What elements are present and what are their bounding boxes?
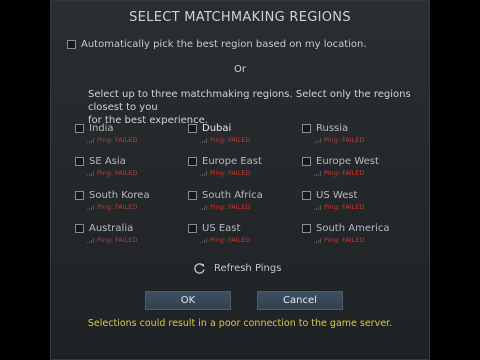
region-option[interactable]: US West Ping: FAILED	[302, 190, 422, 216]
region-ping: Ping: FAILED	[97, 136, 138, 144]
region-checkbox[interactable]	[75, 224, 84, 233]
region-checkbox[interactable]	[188, 191, 197, 200]
region-ping: Ping: FAILED	[324, 136, 365, 144]
matchmaking-regions-dialog: SELECT MATCHMAKING REGIONS Automatically…	[50, 0, 430, 360]
region-checkbox[interactable]	[302, 191, 311, 200]
signal-icon	[314, 137, 322, 143]
signal-icon	[87, 204, 95, 210]
or-separator: Or	[234, 64, 246, 75]
signal-icon	[87, 170, 95, 176]
region-checkbox[interactable]	[188, 124, 197, 133]
instructions-line-1: Select up to three matchmaking regions. …	[88, 89, 411, 113]
region-ping: Ping: FAILED	[324, 236, 365, 244]
instructions: Select up to three matchmaking regions. …	[88, 88, 418, 127]
region-ping: Ping: FAILED	[97, 203, 138, 211]
signal-icon	[87, 237, 95, 243]
dialog-title: SELECT MATCHMAKING REGIONS	[129, 10, 351, 25]
region-ping: Ping: FAILED	[97, 169, 138, 177]
region-option[interactable]: US East Ping: FAILED	[188, 223, 308, 249]
region-option[interactable]: Europe East Ping: FAILED	[188, 156, 308, 182]
auto-pick-label: Automatically pick the best region based…	[81, 39, 367, 50]
region-name: Europe West	[316, 156, 379, 167]
region-ping: Ping: FAILED	[210, 203, 251, 211]
auto-pick-option[interactable]: Automatically pick the best region based…	[67, 39, 367, 50]
region-ping: Ping: FAILED	[210, 136, 251, 144]
connection-warning: Selections could result in a poor connec…	[87, 318, 393, 329]
ok-button[interactable]: OK	[145, 291, 231, 310]
region-name: Dubai	[202, 123, 232, 134]
region-name: India	[89, 123, 114, 134]
signal-icon	[200, 170, 208, 176]
signal-icon	[200, 237, 208, 243]
region-option[interactable]: South Korea Ping: FAILED	[75, 190, 195, 216]
refresh-icon	[194, 263, 205, 274]
refresh-label: Refresh Pings	[214, 263, 282, 274]
region-ping: Ping: FAILED	[210, 169, 251, 177]
region-name: South Korea	[89, 190, 150, 201]
region-checkbox[interactable]	[188, 224, 197, 233]
region-option[interactable]: SE Asia Ping: FAILED	[75, 156, 195, 182]
region-option[interactable]: Dubai Ping: FAILED	[188, 123, 308, 149]
region-option[interactable]: South Africa Ping: FAILED	[188, 190, 308, 216]
auto-pick-checkbox[interactable]	[67, 40, 76, 49]
signal-icon	[87, 137, 95, 143]
region-ping: Ping: FAILED	[324, 203, 365, 211]
region-checkbox[interactable]	[302, 224, 311, 233]
signal-icon	[200, 204, 208, 210]
region-checkbox[interactable]	[75, 157, 84, 166]
refresh-pings-button[interactable]: Refresh Pings	[193, 262, 281, 275]
region-option[interactable]: South America Ping: FAILED	[302, 223, 422, 249]
region-checkbox[interactable]	[302, 157, 311, 166]
region-option[interactable]: India Ping: FAILED	[75, 123, 195, 149]
region-name: South Africa	[202, 190, 263, 201]
cancel-button[interactable]: Cancel	[257, 291, 343, 310]
region-name: Europe East	[202, 156, 262, 167]
region-name: South America	[316, 223, 390, 234]
region-option[interactable]: Australia Ping: FAILED	[75, 223, 195, 249]
region-option[interactable]: Europe West Ping: FAILED	[302, 156, 422, 182]
region-name: SE Asia	[89, 156, 126, 167]
signal-icon	[314, 170, 322, 176]
signal-icon	[314, 237, 322, 243]
region-name: Australia	[89, 223, 134, 234]
region-name: US West	[316, 190, 358, 201]
signal-icon	[200, 137, 208, 143]
region-option[interactable]: Russia Ping: FAILED	[302, 123, 422, 149]
region-checkbox[interactable]	[75, 191, 84, 200]
region-checkbox[interactable]	[302, 124, 311, 133]
region-checkbox[interactable]	[75, 124, 84, 133]
region-checkbox[interactable]	[188, 157, 197, 166]
region-ping: Ping: FAILED	[324, 169, 365, 177]
region-ping: Ping: FAILED	[97, 236, 138, 244]
signal-icon	[314, 204, 322, 210]
region-name: US East	[202, 223, 241, 234]
region-ping: Ping: FAILED	[210, 236, 251, 244]
region-name: Russia	[316, 123, 349, 134]
